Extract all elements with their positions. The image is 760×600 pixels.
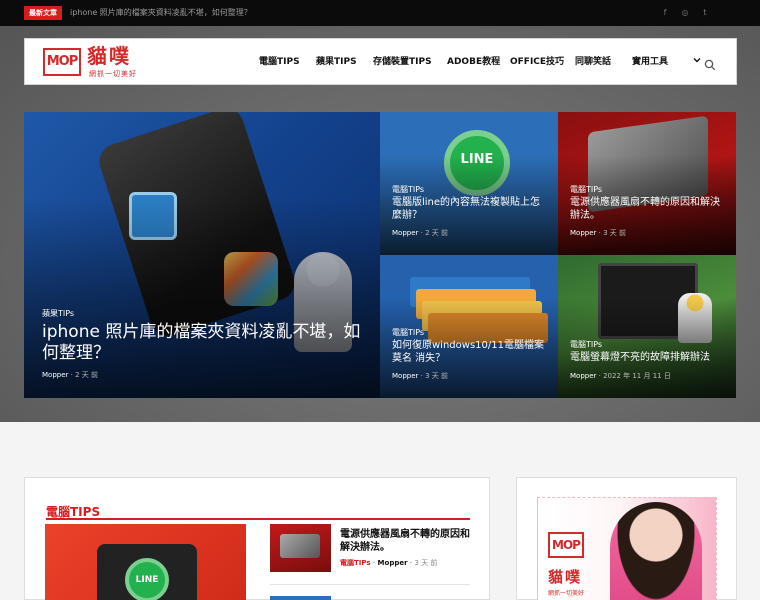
nav-item-office[interactable]: OFFICE技巧 (510, 56, 564, 68)
nav-item-adobe[interactable]: ADOBE教程 (447, 56, 500, 68)
section-divider (46, 518, 470, 520)
side-post-title[interactable]: 電源供應器風扇不轉的原因和解決辦法。 (340, 528, 475, 554)
post-author[interactable]: Mopper (392, 372, 418, 380)
post-title[interactable]: 電腦版line的內容無法複製貼上怎麼辦？ (392, 197, 542, 222)
latest-articles-badge: 最新文章 (24, 6, 62, 20)
post-time: 2022 年 11 月 11 日 (603, 372, 671, 380)
nav-item-apple-tips[interactable]: 蘋果TIPS (316, 56, 357, 68)
featured-post-4[interactable]: 電腦TIPs 電腦螢幕燈不亮的故障排解辦法 Mopper · 2022 年 11… (558, 255, 736, 398)
post-meta: Mopper · 3 天 前 (570, 229, 626, 237)
logo-mark: MOP (43, 48, 81, 76)
side-post-meta: 電腦TIPs - Mopper - 3 天 前 (340, 559, 438, 567)
post-meta: Mopper · 2 天 前 (42, 371, 98, 379)
post-time: 2 天 前 (425, 229, 448, 237)
featured-post-1[interactable]: LINE 電腦TIPs 電腦版line的內容無法複製貼上怎麼辦？ Mopper … (380, 112, 558, 255)
post-category[interactable]: 電腦TIPs (570, 339, 602, 350)
post-time: 3 天 前 (425, 372, 448, 380)
nav-item-jokes[interactable]: 同聊笑話 (575, 56, 611, 68)
ad-logo-mark: MOP (548, 532, 584, 558)
section-featured-image[interactable]: LINE (45, 524, 246, 600)
sidebar-ad-panel: MOP 貓噗 網抓一切美好 (516, 477, 737, 600)
nav-item-tools[interactable]: 實用工具 (632, 56, 668, 68)
post-category[interactable]: 電腦TIPs (570, 184, 602, 195)
twitter-icon[interactable]: t (698, 6, 712, 20)
chevron-down-icon[interactable] (693, 56, 701, 66)
post-time: 2 天 前 (75, 371, 98, 379)
post-meta: Mopper · 3 天 前 (392, 372, 448, 380)
ad-slogan: 網抓一切美好 (548, 590, 585, 597)
model-photo (610, 502, 702, 600)
side-post-time: 3 天 前 (414, 559, 438, 567)
post-title[interactable]: 電腦螢幕燈不亮的故障排解辦法 (570, 352, 730, 365)
advertisement-banner[interactable]: MOP 貓噗 網抓一切美好 (537, 497, 717, 600)
search-icon[interactable] (704, 56, 716, 71)
nav-item-storage-tips[interactable]: 存儲裝置TIPS (373, 56, 432, 68)
side-post-author[interactable]: Mopper (378, 559, 408, 567)
side-post-thumbnail[interactable] (270, 524, 331, 572)
side-post-category[interactable]: 電腦TIPs (340, 559, 371, 567)
post-meta: Mopper · 2022 年 11 月 11 日 (570, 372, 671, 380)
top-bar: 最新文章 iphone 照片庫的檔案夾資料凌亂不堪，如何整理？ f ◎ t (0, 0, 760, 26)
side-post-thumbnail-2[interactable] (270, 596, 331, 600)
facebook-icon[interactable]: f (658, 6, 672, 20)
post-time: 3 天 前 (603, 229, 626, 237)
line-logo-icon: LINE (125, 558, 169, 600)
post-author[interactable]: Mopper (392, 229, 418, 237)
nav-item-pc-tips[interactable]: 電腦TIPS (259, 56, 300, 68)
site-header: MOP 貓噗 網抓一切美好 電腦TIPS 蘋果TIPS 存儲裝置TIPS ADO… (24, 38, 737, 85)
instagram-icon[interactable]: ◎ (678, 6, 692, 20)
post-title[interactable]: 電源供應器風扇不轉的原因和解決辦法。 (570, 197, 728, 222)
logo-slogan: 網抓一切美好 (89, 70, 137, 78)
post-author[interactable]: Mopper (570, 372, 596, 380)
logo-name: 貓噗 (87, 44, 131, 68)
post-category[interactable]: 電腦TIPs (392, 184, 424, 195)
news-ticker-link[interactable]: iphone 照片庫的檔案夾資料凌亂不堪，如何整理？ (70, 6, 252, 20)
post-author[interactable]: Mopper (42, 371, 68, 379)
post-meta: Mopper · 2 天 前 (392, 229, 448, 237)
featured-post-main[interactable]: 蘋果TIPs iphone 照片庫的檔案夾資料凌亂不堪，如何整理？ Mopper… (24, 112, 380, 398)
post-author[interactable]: Mopper (570, 229, 596, 237)
post-category[interactable]: 蘋果TIPs (42, 308, 74, 319)
power-supply-illustration (280, 534, 320, 558)
ad-brand-name: 貓噗 (548, 568, 583, 586)
post-title[interactable]: 如何復原windows10/11電腦檔案 莫名 消失？ (392, 340, 552, 365)
pc-tips-section: 電腦TIPS LINE 電源供應器風扇不轉的原因和解決辦法。 電腦TIPs - … (24, 477, 490, 600)
featured-post-3[interactable]: 電腦TIPs 如何復原windows10/11電腦檔案 莫名 消失？ Moppe… (380, 255, 558, 398)
post-category[interactable]: 電腦TIPs (392, 327, 424, 338)
featured-post-2[interactable]: 電腦TIPs 電源供應器風扇不轉的原因和解決辦法。 Mopper · 3 天 前 (558, 112, 736, 255)
post-title[interactable]: iphone 照片庫的檔案夾資料凌亂不堪，如何整理？ (42, 322, 372, 365)
